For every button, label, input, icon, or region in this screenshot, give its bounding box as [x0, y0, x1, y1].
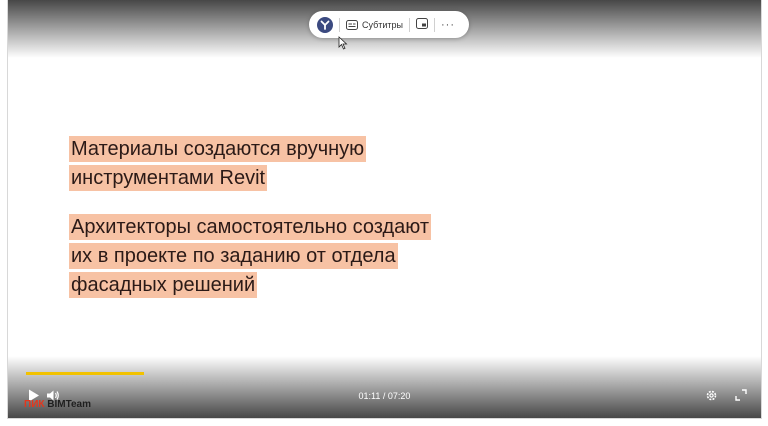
- player-controls: 01:11 / 07:20: [8, 383, 761, 413]
- slide-line: Архитекторы самостоятельно создают: [69, 214, 432, 240]
- cursor-icon: [338, 36, 348, 50]
- slide-paragraph-2: Архитекторы самостоятельно создают их в …: [69, 214, 529, 301]
- divider: [409, 17, 411, 32]
- slide-line: их в проекте по заданию от отдела: [69, 243, 398, 269]
- slide-content: Материалы создаются вручную инструментам…: [69, 136, 529, 321]
- brand-bimteam: BIMTeam: [47, 399, 91, 410]
- divider: [434, 17, 436, 32]
- more-icon[interactable]: ···: [441, 19, 455, 31]
- pip-icon[interactable]: [416, 16, 429, 34]
- brand-pik: ПИК: [24, 399, 45, 410]
- subtitles-button[interactable]: Субтитры: [346, 19, 404, 30]
- video-player[interactable]: Материалы создаются вручную инструментам…: [7, 0, 762, 419]
- slide-line: инструментами Revit: [69, 165, 268, 191]
- browser-video-toolbar: Субтитры ···: [309, 11, 469, 38]
- settings-icon[interactable]: [705, 389, 718, 402]
- subtitles-label: Субтитры: [362, 19, 404, 30]
- time-display: 01:11 / 07:20: [358, 391, 411, 401]
- yandex-logo-icon[interactable]: [317, 16, 333, 33]
- slide-paragraph-1: Материалы создаются вручную инструментам…: [69, 136, 529, 194]
- subtitles-icon: [346, 19, 358, 30]
- slide-line: Материалы создаются вручную: [69, 136, 367, 162]
- progress-bar[interactable]: [26, 372, 144, 375]
- fullscreen-icon[interactable]: [735, 389, 747, 401]
- divider: [339, 17, 340, 32]
- slide-line: фасадных решений: [69, 272, 258, 298]
- brand-logo: ПИК BIMTeam: [24, 399, 91, 410]
